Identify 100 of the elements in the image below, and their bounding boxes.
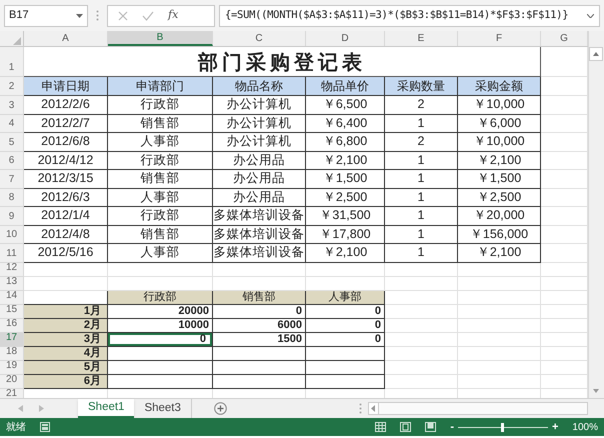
row-header[interactable]: 4 (0, 114, 24, 133)
row-label: 4月 (24, 346, 108, 360)
table-cell: 行政部 (108, 207, 213, 226)
page-break-icon[interactable] (425, 422, 436, 432)
column-heading: 采购金额 (458, 77, 541, 96)
sheet-tab[interactable]: Sheet1 (78, 399, 134, 418)
check-icon[interactable] (142, 10, 154, 20)
row-label: 5月 (24, 360, 108, 374)
empty-cell[interactable] (306, 346, 385, 360)
row-header[interactable]: 13 (0, 276, 24, 290)
table-cell: 1 (385, 244, 458, 262)
zoom-level[interactable]: 100% (572, 420, 598, 434)
column-heading: 申请部门 (108, 77, 213, 96)
row-label: 2月 (24, 318, 108, 332)
row-header[interactable]: 2 (0, 77, 24, 96)
table-cell: 销售部 (108, 114, 213, 133)
status-text: 就绪 (6, 420, 26, 434)
table-cell: ￥2,100 (306, 244, 385, 262)
row-header[interactable]: 18 (0, 346, 24, 360)
column-header[interactable]: D (306, 31, 385, 46)
formula-field[interactable]: {=SUM((MONTH($A$3:$A$11)=3)*($B$3:$B$11=B14)*$F$3:$F$11)} (219, 4, 600, 26)
table-cell: 2 (385, 133, 458, 152)
column-header[interactable]: C (213, 31, 306, 46)
row-header[interactable]: 5 (0, 133, 24, 152)
row-header[interactable]: 3 (0, 96, 24, 114)
row-header[interactable]: 14 (0, 290, 24, 304)
insert-function-button[interactable]: fx (168, 7, 178, 24)
table-cell: 人事部 (108, 244, 213, 262)
table-cell: 1 (385, 114, 458, 133)
table-cell: 2012/3/15 (24, 170, 108, 188)
table-cell: 办公用品 (213, 170, 306, 188)
table-cell: 行政部 (108, 152, 213, 170)
row-header[interactable]: 12 (0, 262, 24, 276)
row-header[interactable]: 10 (0, 226, 24, 244)
row-header[interactable]: 16 (0, 318, 24, 332)
empty-cell[interactable] (306, 360, 385, 374)
column-heading: 行政部 (108, 290, 213, 304)
table-cell: 0 (306, 304, 385, 318)
table-cell: 销售部 (108, 226, 213, 244)
row-header[interactable]: 9 (0, 207, 24, 226)
table-cell: ￥6,000 (458, 114, 541, 133)
table-cell: 2012/1/4 (24, 207, 108, 226)
close-icon[interactable] (118, 10, 128, 20)
zoom-out-button[interactable]: - (450, 422, 454, 432)
table-cell: 10000 (108, 318, 213, 332)
table-cell: ￥10,000 (458, 133, 541, 152)
more-icon (359, 403, 362, 414)
row-header[interactable]: 15 (0, 304, 24, 318)
scroll-up-icon[interactable] (589, 47, 603, 61)
add-sheet-icon[interactable] (214, 402, 227, 415)
table-cell: 2012/6/3 (24, 188, 108, 207)
table-cell: 2012/2/6 (24, 96, 108, 114)
row-label: 6月 (24, 374, 108, 388)
table-cell: ￥10,000 (458, 96, 541, 114)
column-header[interactable]: B (108, 31, 213, 46)
vertical-scrollbar[interactable] (588, 31, 604, 398)
normal-view-icon[interactable] (375, 422, 386, 432)
macro-record-icon (40, 422, 50, 432)
row-header[interactable]: 19 (0, 360, 24, 374)
table-cell: 1 (385, 188, 458, 207)
table-cell: 0 (306, 332, 385, 346)
next-sheet-icon[interactable] (39, 405, 44, 412)
previous-sheet-icon[interactable] (18, 405, 23, 412)
scroll-thumb[interactable] (378, 403, 587, 414)
row-header[interactable]: 11 (0, 244, 24, 262)
empty-cell[interactable] (213, 360, 306, 374)
slider-thumb[interactable] (501, 422, 504, 432)
name-box[interactable]: B17 (4, 4, 88, 26)
table-cell: ￥17,800 (306, 226, 385, 244)
table-cell: 销售部 (108, 170, 213, 188)
empty-cell[interactable] (213, 346, 306, 360)
table-cell: ￥2,100 (458, 152, 541, 170)
row-header[interactable]: 7 (0, 170, 24, 188)
horizontal-scrollbar[interactable] (368, 402, 588, 415)
page-layout-icon[interactable] (400, 422, 412, 432)
column-header[interactable]: E (385, 31, 458, 46)
row-header[interactable]: 8 (0, 188, 24, 207)
empty-cell[interactable] (306, 374, 385, 388)
row-header[interactable]: 20 (0, 374, 24, 388)
table-cell: 2 (385, 96, 458, 114)
caret-icon (76, 14, 83, 18)
select-all-icon[interactable] (13, 37, 21, 45)
row-header[interactable]: 17 (0, 332, 24, 346)
table-cell: ￥2,500 (458, 188, 541, 207)
row-header[interactable]: 6 (0, 152, 24, 170)
table-cell: 2012/4/12 (24, 152, 108, 170)
table-cell: 1 (385, 207, 458, 226)
zoom-in-button[interactable]: + (552, 422, 558, 432)
table-cell: ￥6,500 (306, 96, 385, 114)
table-cell: 多媒体培训设备 (213, 244, 306, 262)
column-heading: 销售部 (213, 290, 306, 304)
table-cell: 6000 (213, 318, 306, 332)
empty-cell[interactable] (213, 374, 306, 388)
table-cell: 2012/6/8 (24, 133, 108, 152)
table-cell: 办公用品 (213, 152, 306, 170)
cell-reference: B17 (9, 8, 29, 24)
table-cell: 多媒体培训设备 (213, 226, 306, 244)
column-header[interactable]: F (458, 31, 541, 46)
row-header[interactable]: 1 (0, 47, 24, 77)
table-cell: 0 (108, 332, 213, 346)
